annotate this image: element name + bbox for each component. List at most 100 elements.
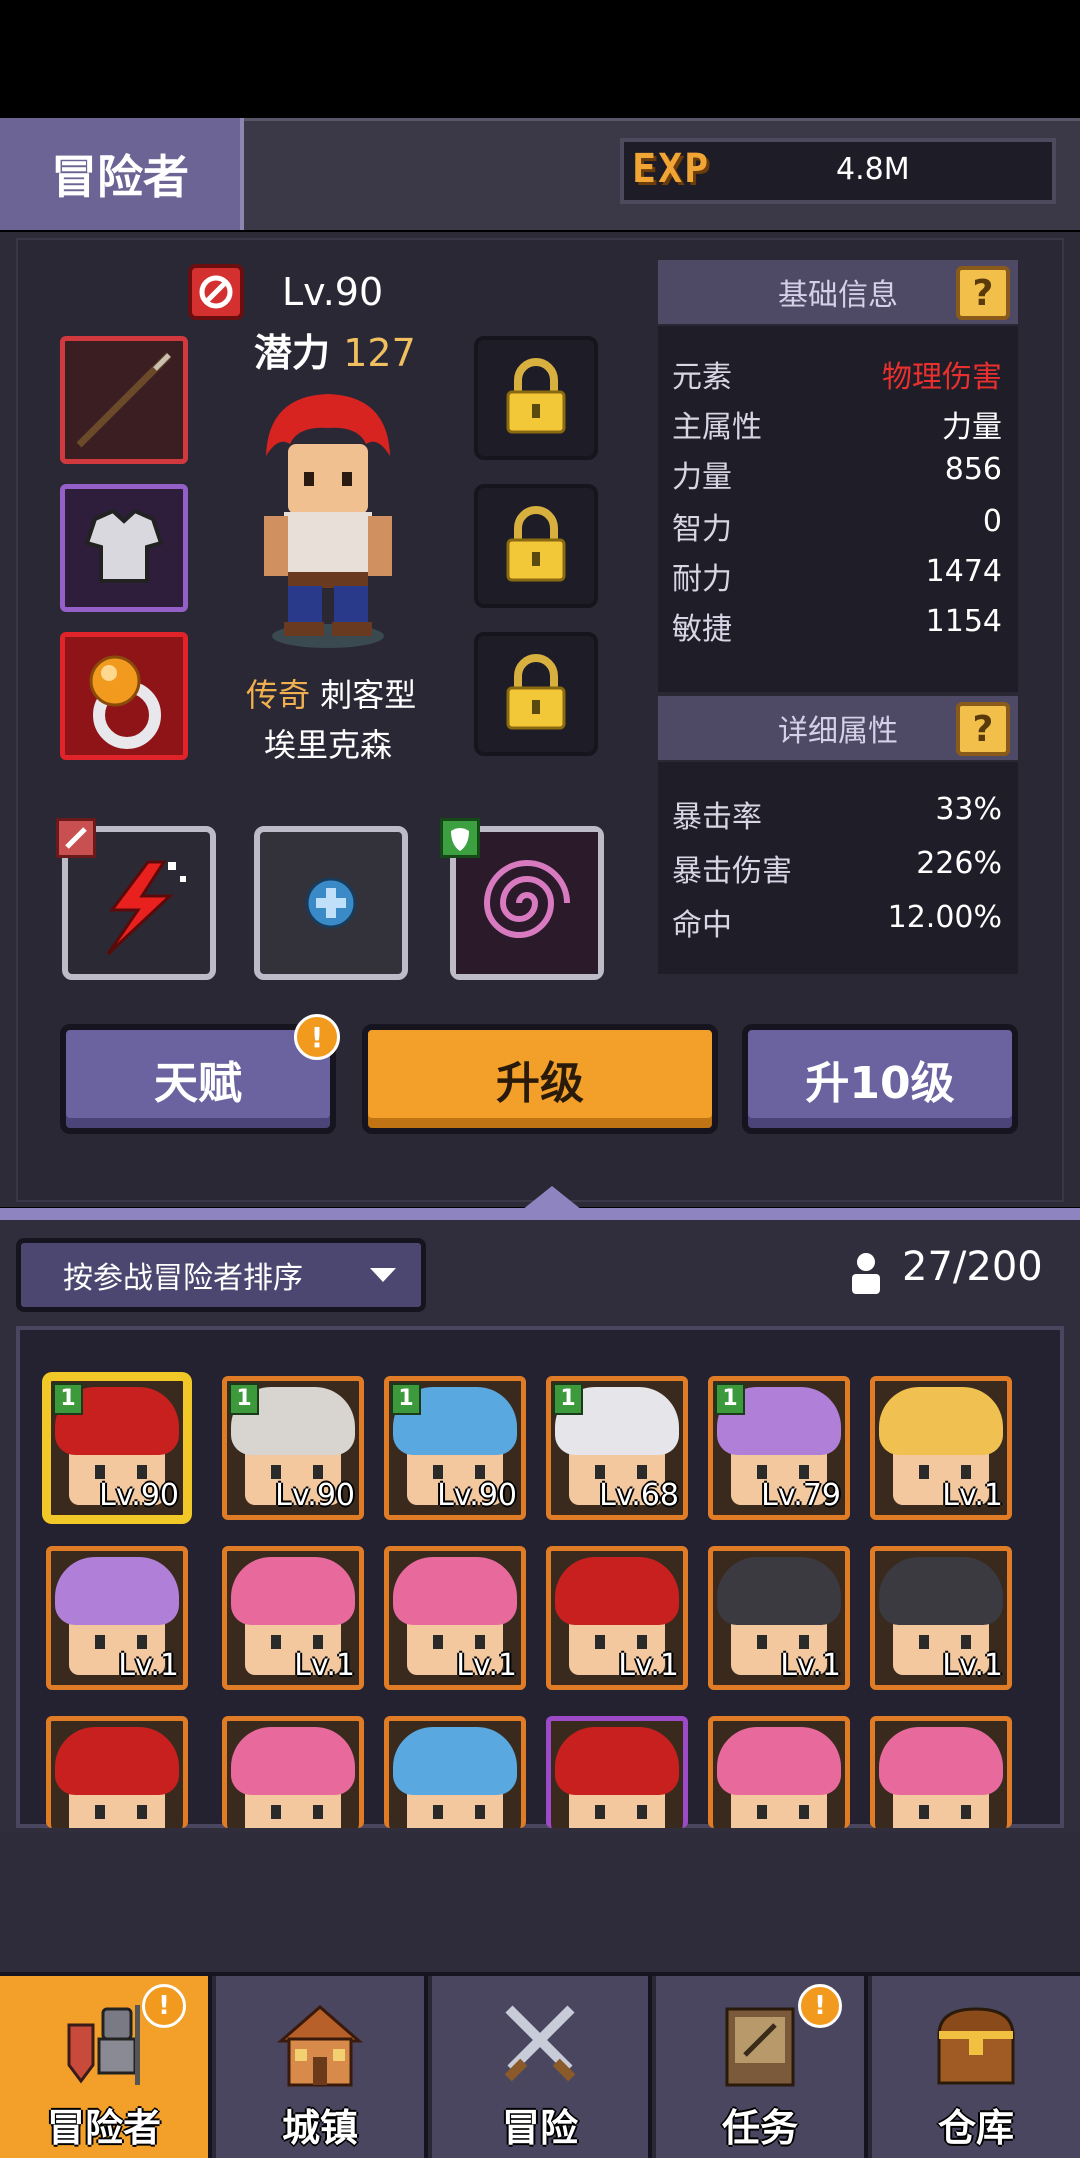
hero-card[interactable]: 1 Lv.68 — [546, 1376, 688, 1520]
hero-eye — [961, 1805, 971, 1819]
alert-badge-icon: ! — [798, 1984, 842, 2028]
stat-row: 命中 12.00% — [672, 900, 1002, 943]
nav-town[interactable]: 城镇 — [216, 1976, 428, 2158]
padlock-icon — [506, 506, 566, 582]
hero-card[interactable]: 1 Lv.90 — [46, 1376, 188, 1520]
stat-row: 元素 物理伤害 — [668, 352, 1008, 396]
section-divider — [0, 1208, 1080, 1220]
hero-card[interactable]: Lv.1 — [870, 1546, 1012, 1690]
hero-name: 埃里克森 — [264, 726, 393, 764]
weapon-slot[interactable] — [60, 336, 188, 464]
hero-card-level: Lv.1 — [942, 1478, 1003, 1513]
stat-row: 暴击率 33% — [672, 792, 1002, 835]
hero-eye — [475, 1805, 485, 1819]
hero-card[interactable]: Lv.1 — [870, 1376, 1012, 1520]
hero-card[interactable] — [46, 1716, 188, 1828]
hero-eye — [919, 1465, 929, 1479]
hero-card-level: Lv.90 — [275, 1478, 355, 1513]
hero-eye — [961, 1635, 971, 1649]
ring-icon — [89, 655, 161, 749]
hero-card[interactable]: Lv.1 — [222, 1546, 364, 1690]
hero-card-level: Lv.1 — [942, 1648, 1003, 1683]
hero-eye — [757, 1805, 767, 1819]
hero-eye — [637, 1635, 647, 1649]
upgrade-button[interactable]: 升级 — [362, 1024, 718, 1134]
hero-hair — [717, 1727, 841, 1795]
hero-eye — [475, 1465, 485, 1479]
hero-card-level: Lv.90 — [437, 1478, 517, 1513]
treasure-chest-icon — [937, 2007, 1015, 2085]
hero-level: Lv.90 — [282, 270, 384, 314]
ring-slot[interactable] — [60, 632, 188, 760]
hero-card[interactable] — [384, 1716, 526, 1828]
hero-class: 刺客型 — [320, 676, 417, 714]
prohibited-icon[interactable] — [188, 264, 244, 320]
team-badge: 1 — [553, 1383, 583, 1415]
hero-eye — [475, 1635, 485, 1649]
hero-eye — [757, 1465, 767, 1479]
locked-slot[interactable] — [474, 632, 598, 756]
locked-slot[interactable] — [474, 484, 598, 608]
sort-dropdown[interactable]: 按参战冒险者排序 — [16, 1238, 426, 1312]
hero-eye — [313, 1465, 323, 1479]
hero-card[interactable]: 1 Lv.79 — [708, 1376, 850, 1520]
hero-eye — [637, 1805, 647, 1819]
hero-rarity-class: 传奇 刺客型 — [246, 670, 416, 716]
alert-badge-icon: ! — [294, 1014, 340, 1060]
hero-card[interactable] — [708, 1716, 850, 1828]
padlock-icon — [506, 654, 566, 730]
team-badge: 1 — [229, 1383, 259, 1415]
padlock-icon — [506, 358, 566, 434]
hero-card-level: Lv.90 — [99, 1478, 179, 1513]
locked-slot[interactable] — [474, 336, 598, 460]
nav-warehouse[interactable]: 仓库 — [872, 1976, 1080, 2158]
nav-adventurer[interactable]: 冒险者 ! — [0, 1976, 212, 2158]
hero-card-level: Lv.1 — [118, 1648, 179, 1683]
nav-label: 城镇 — [281, 2106, 358, 2150]
hero-hair — [231, 1557, 355, 1625]
stat-row: 敏捷 1154 — [672, 604, 1002, 647]
hero-hair — [55, 1727, 179, 1795]
hero-card[interactable] — [546, 1716, 688, 1828]
divider-notch — [522, 1186, 582, 1210]
hero-eye — [757, 1635, 767, 1649]
hero-eye — [95, 1805, 105, 1819]
hero-card[interactable] — [870, 1716, 1012, 1828]
stat-row: 智力 0 — [672, 504, 1002, 547]
nav-adventure[interactable]: 冒险 — [432, 1976, 652, 2158]
stat-row: 暴击伤害 226% — [672, 846, 1002, 889]
hero-eye — [595, 1465, 605, 1479]
hero-hair — [393, 1727, 517, 1795]
help-icon[interactable]: ? — [956, 702, 1010, 756]
stat-row: 主属性 力量 — [672, 410, 1002, 445]
hero-eye — [313, 1805, 323, 1819]
hero-card[interactable]: 1 Lv.90 — [384, 1376, 526, 1520]
nav-quest[interactable]: 任务 ! — [656, 1976, 868, 2158]
upgrade-10-button[interactable]: 升10级 — [742, 1024, 1018, 1134]
hero-card[interactable]: Lv.1 — [708, 1546, 850, 1690]
house-icon — [276, 2005, 364, 2087]
crossed-swords-icon — [504, 2005, 576, 2082]
hero-hair — [879, 1387, 1003, 1455]
hero-eye — [433, 1635, 443, 1649]
hero-card[interactable]: Lv.1 — [546, 1546, 688, 1690]
armor-slot[interactable] — [60, 484, 188, 612]
hero-card[interactable] — [222, 1716, 364, 1828]
hero-eye — [137, 1635, 147, 1649]
hero-hair — [879, 1727, 1003, 1795]
skill-slot-empty[interactable] — [254, 826, 408, 980]
potential-label: 潜力 — [254, 331, 331, 375]
hero-potential: 潜力 127 — [254, 322, 416, 377]
exp-label: EXP — [632, 146, 711, 192]
team-badge: 1 — [53, 1383, 83, 1415]
hero-card[interactable]: Lv.1 — [46, 1546, 188, 1690]
team-badge: 1 — [391, 1383, 421, 1415]
hero-hair — [717, 1557, 841, 1625]
hero-hair — [393, 1557, 517, 1625]
staff-icon — [76, 352, 172, 448]
status-bar-area — [0, 0, 1080, 118]
help-icon[interactable]: ? — [956, 266, 1010, 320]
hero-card[interactable]: Lv.1 — [384, 1546, 526, 1690]
hero-card[interactable]: 1 Lv.90 — [222, 1376, 364, 1520]
chest-armor-icon — [84, 508, 164, 583]
